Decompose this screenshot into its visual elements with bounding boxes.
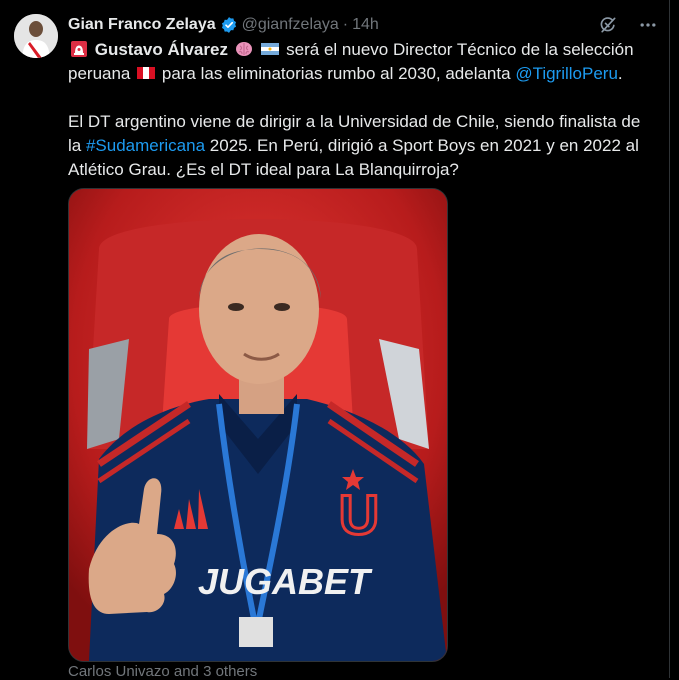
verified-badge-icon xyxy=(220,16,238,34)
tweet-timestamp[interactable]: 14h xyxy=(352,16,379,34)
avatar-image xyxy=(14,14,58,58)
tweet-text: Gustavo Álvarez será el nuevo Director T… xyxy=(68,38,658,182)
coach-photo: U JUGABET xyxy=(69,189,447,661)
mention-link[interactable]: @TigrilloPeru xyxy=(515,64,618,83)
tagged-people-link[interactable]: Carlos Univazo and 3 others xyxy=(68,663,257,680)
hashtag-link[interactable]: #Sudamericana xyxy=(86,136,205,155)
header-actions xyxy=(597,14,659,36)
brain-emoji xyxy=(235,40,253,58)
tweet-media[interactable]: U JUGABET xyxy=(68,188,448,662)
tweet-paragraph-1: Gustavo Álvarez será el nuevo Director T… xyxy=(68,38,658,86)
tweet-header: Gian Franco Zelaya @gianfzelaya · 14h xyxy=(68,14,659,36)
author-handle[interactable]: @gianfzelaya xyxy=(242,16,339,34)
argentina-flag-emoji xyxy=(261,40,280,58)
more-icon[interactable] xyxy=(637,14,659,36)
coach-name: Gustavo Álvarez xyxy=(94,40,228,59)
author-name[interactable]: Gian Franco Zelaya xyxy=(68,16,216,34)
peru-flag-emoji xyxy=(137,64,156,82)
jersey-sponsor-text: JUGABET xyxy=(198,561,373,602)
grok-icon[interactable] xyxy=(597,14,619,36)
tweet-paragraph-2: El DT argentino viene de dirigir a la Un… xyxy=(68,110,658,182)
tweet-text-part-2: para las eliminatorias rumbo al 2030, ad… xyxy=(161,64,511,83)
timeline-border xyxy=(669,0,670,678)
siren-emoji xyxy=(70,40,88,58)
crest-letter: U xyxy=(339,483,379,546)
tweet-text-end: . xyxy=(617,64,623,83)
avatar[interactable] xyxy=(14,14,58,58)
separator-dot: · xyxy=(342,16,349,33)
